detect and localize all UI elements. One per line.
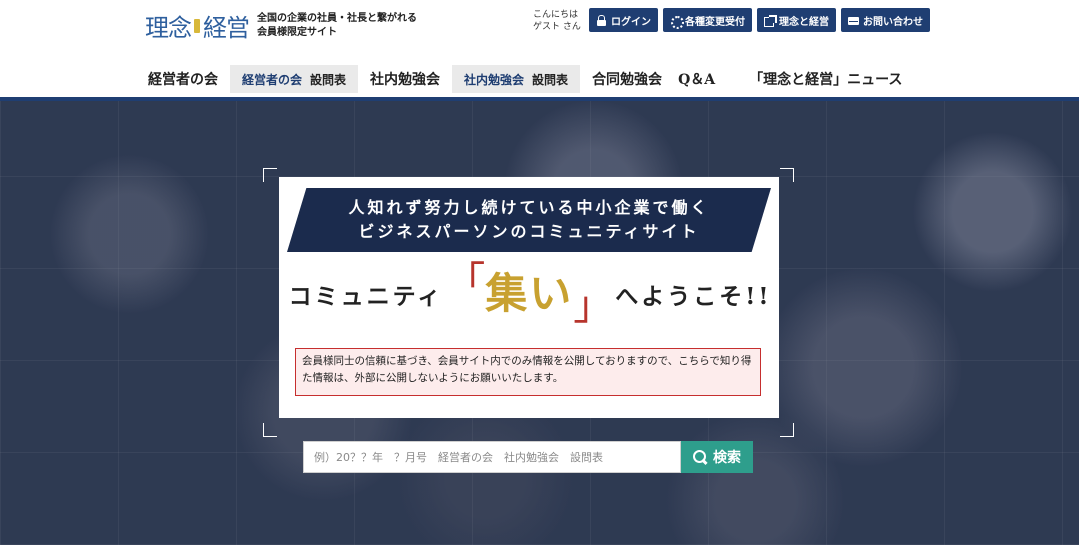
greeting-line2: ゲスト さん — [533, 22, 581, 32]
crop-mark — [263, 423, 277, 437]
hero-banner: 人知れず努力し続けている中小企業で働く ビジネスパーソンのコミュニティサイト — [287, 188, 771, 252]
nav-item-shanai-questions[interactable]: 社内勉強会 設問表 — [452, 65, 581, 93]
logo-ampersand-mark — [194, 18, 200, 33]
nav-sub-highlight: 経営者の会 — [242, 72, 303, 87]
logo-text-right: 経営 — [203, 14, 250, 42]
crop-mark — [263, 168, 277, 182]
change-request-button[interactable]: 各種変更受付 — [663, 8, 752, 32]
nav-item-keieisha-no-kai[interactable]: 経営者の会 — [140, 65, 226, 93]
crop-mark — [780, 423, 794, 437]
banner-line2: ビジネスパーソンのコミュニティサイト — [358, 222, 700, 241]
crop-mark — [780, 168, 794, 182]
contact-button[interactable]: お問い合わせ — [841, 8, 930, 32]
contact-button-label: お問い合わせ — [863, 16, 923, 28]
welcome-bracket-left: 「 — [445, 259, 486, 305]
nav-sub-highlight: 社内勉強会 — [464, 72, 525, 87]
nav-item-news[interactable]: 「理念と経営」ニュース — [741, 65, 910, 93]
welcome-heading: コミュニティ 「 集い 」 へようこそ!! — [289, 259, 769, 329]
site-logo[interactable]: 理念 経営 全国の企業の社員・社長と繋がれる 会員様限定サイト — [145, 8, 417, 43]
privacy-notice: 会員様同士の信頼に基づき、会員サイト内でのみ情報を公開しておりますので、こちらで… — [295, 348, 761, 396]
login-button[interactable]: ログイン — [589, 8, 658, 32]
welcome-pre: コミュニティ — [288, 283, 444, 310]
welcome-post: へようこそ!! — [615, 283, 772, 310]
rinen-to-keiei-link-button[interactable]: 理念と経営 — [757, 8, 836, 32]
welcome-highlight: 集い — [485, 269, 574, 318]
mail-icon — [848, 15, 859, 26]
greeting-line1: こんにちは — [533, 10, 579, 20]
nav-sub-rest: 設問表 — [532, 72, 569, 87]
lock-icon — [596, 14, 607, 26]
nav-item-godo-benkyokai[interactable]: 合同勉強会 — [584, 65, 670, 93]
nav-item-qa[interactable]: Q＆A — [670, 65, 723, 93]
user-greeting: こんにちは ゲスト さん — [533, 9, 581, 33]
login-button-label: ログイン — [611, 16, 651, 28]
change-request-button-label: 各種変更受付 — [685, 16, 745, 28]
search-input[interactable] — [303, 441, 681, 473]
search-icon — [693, 450, 707, 464]
top-button-group: ログイン 各種変更受付 理念と経営 お問い合わせ — [589, 8, 930, 32]
site-header: 理念 経営 全国の企業の社員・社長と繋がれる 会員様限定サイト こんにちは ゲス… — [0, 0, 1079, 101]
welcome-bracket-right: 」 — [573, 283, 614, 329]
search-button[interactable]: 検索 — [681, 441, 753, 473]
tagline-line1: 全国の企業の社員・社長と繋がれる — [257, 12, 417, 24]
gear-icon — [670, 15, 684, 29]
nav-item-keieisha-questions[interactable]: 経営者の会 設問表 — [230, 65, 359, 93]
logo-mark: 理念 経営 — [145, 8, 250, 43]
nav-sub-rest: 設問表 — [310, 72, 347, 87]
search-bar: 検索 — [303, 441, 753, 473]
logo-text-left: 理念 — [145, 14, 192, 42]
search-button-label: 検索 — [713, 450, 741, 466]
rinen-to-keiei-button-label: 理念と経営 — [779, 16, 829, 28]
main-nav: 経営者の会 経営者の会 設問表 社内勉強会 社内勉強会 設問表 合同勉強会 Q＆… — [140, 64, 910, 94]
tagline-line2: 会員様限定サイト — [257, 26, 337, 38]
banner-line1: 人知れず努力し続けている中小企業で働く — [348, 198, 710, 217]
external-link-icon — [764, 14, 777, 27]
nav-item-shanai-benkyokai[interactable]: 社内勉強会 — [362, 65, 448, 93]
logo-tagline: 全国の企業の社員・社長と繋がれる 会員様限定サイト — [257, 12, 417, 40]
